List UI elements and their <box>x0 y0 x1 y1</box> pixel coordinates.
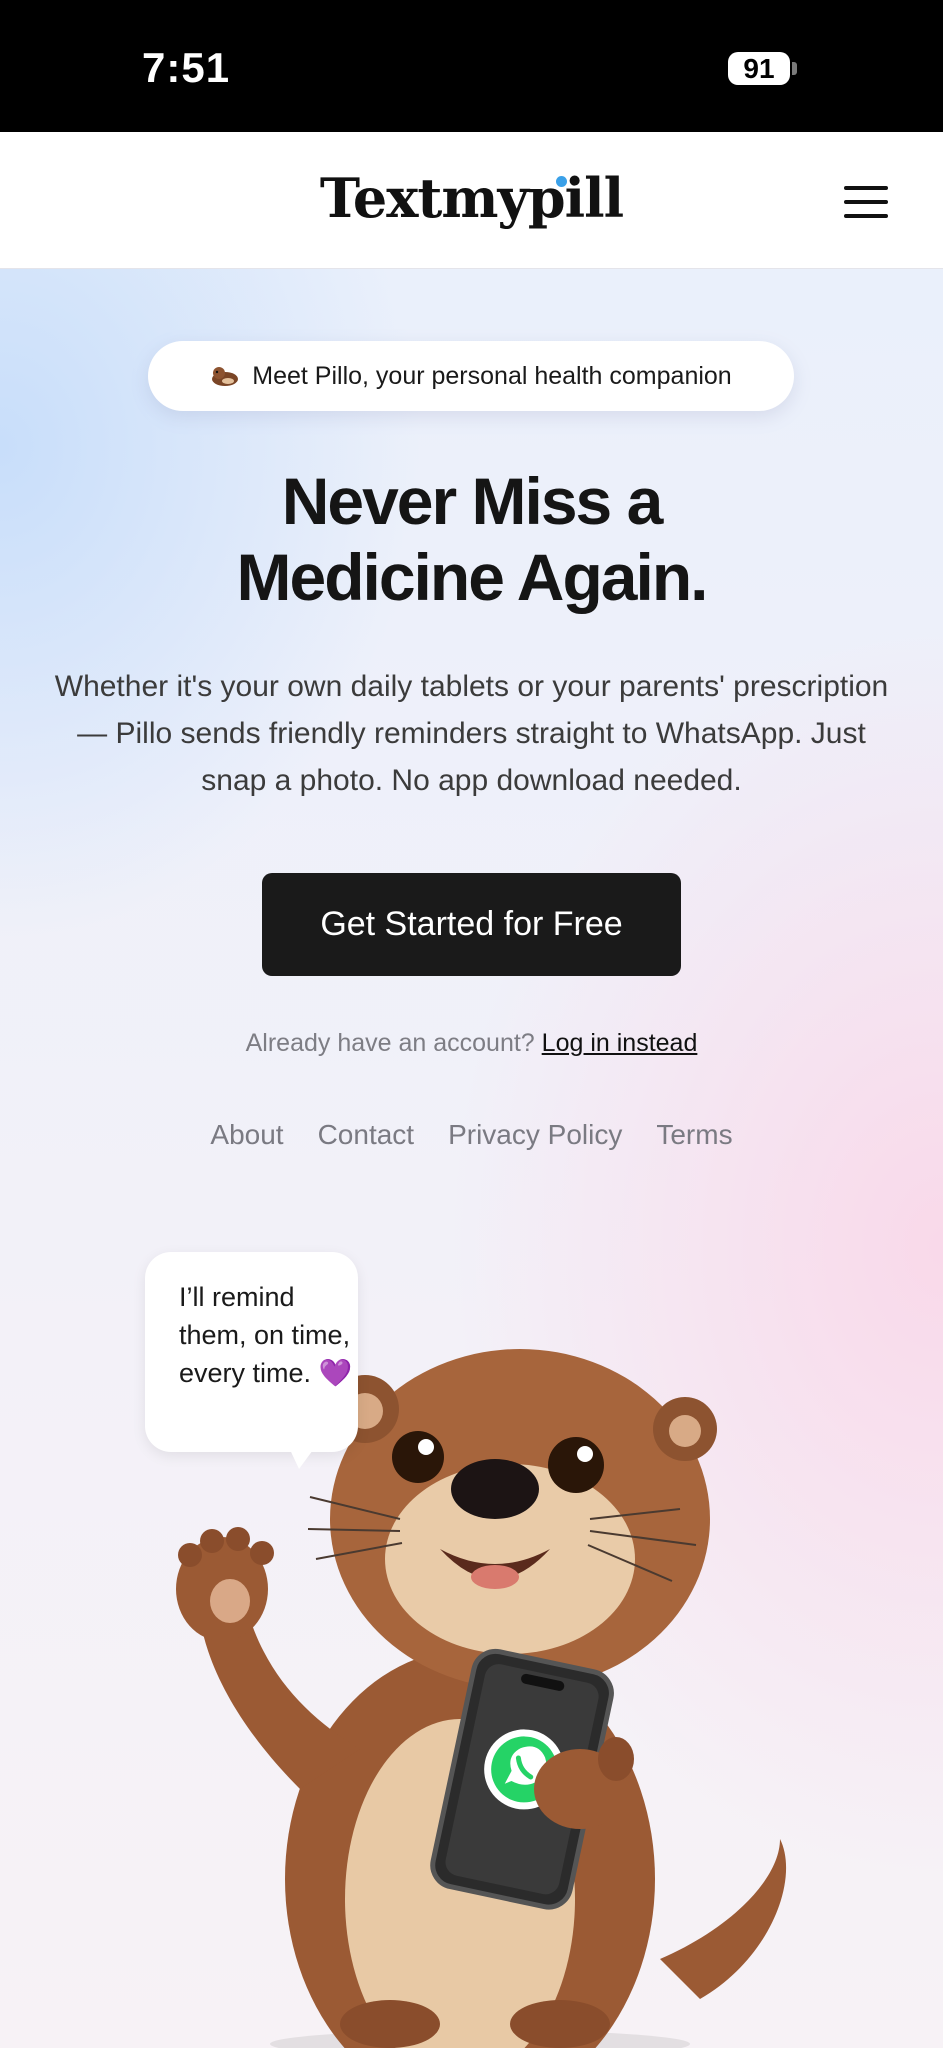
footer-link-about[interactable]: About <box>210 1119 283 1151</box>
battery-icon: 91 <box>728 52 790 85</box>
title-line-2: Medicine Again. <box>236 540 709 614</box>
login-prompt: Already have an account? Log in instead <box>0 1029 943 1058</box>
hamburger-menu-button[interactable] <box>836 180 896 224</box>
login-prompt-text: Already have an account? <box>245 1029 535 1057</box>
hamburger-icon-line <box>844 214 888 218</box>
speech-bubble: I’ll remind them, on time, every time. 💜 <box>145 1252 358 1452</box>
footer-links: About Contact Privacy Policy Terms <box>0 1119 943 1151</box>
hamburger-icon-line <box>844 200 888 204</box>
intro-badge-text: Meet Pillo, your personal health compani… <box>252 361 732 390</box>
navbar: Textmypill <box>0 132 943 269</box>
otter-icon <box>210 365 240 387</box>
hamburger-icon <box>844 186 888 190</box>
speech-bubble-tail <box>285 1439 321 1469</box>
footer-link-terms[interactable]: Terms <box>656 1119 732 1151</box>
status-time: 7:51 <box>142 44 231 91</box>
logo-dot <box>556 176 567 187</box>
login-link[interactable]: Log in instead <box>542 1029 698 1057</box>
footer-link-privacy[interactable]: Privacy Policy <box>448 1119 622 1151</box>
intro-badge: Meet Pillo, your personal health compani… <box>148 341 794 411</box>
title-line-1: Never Miss a <box>281 464 664 538</box>
footer-link-contact[interactable]: Contact <box>318 1119 415 1151</box>
get-started-button[interactable]: Get Started for Free <box>262 873 681 976</box>
page-title: Never Miss a Medicine Again. <box>0 463 943 615</box>
battery-cap <box>792 62 797 75</box>
site-logo[interactable]: Textmypill <box>0 166 943 230</box>
status-bar: 7:51 91 <box>0 0 943 132</box>
hero-section: Meet Pillo, your personal health compani… <box>0 269 943 2048</box>
hero-subtitle: Whether it's your own daily tablets or y… <box>54 670 889 797</box>
